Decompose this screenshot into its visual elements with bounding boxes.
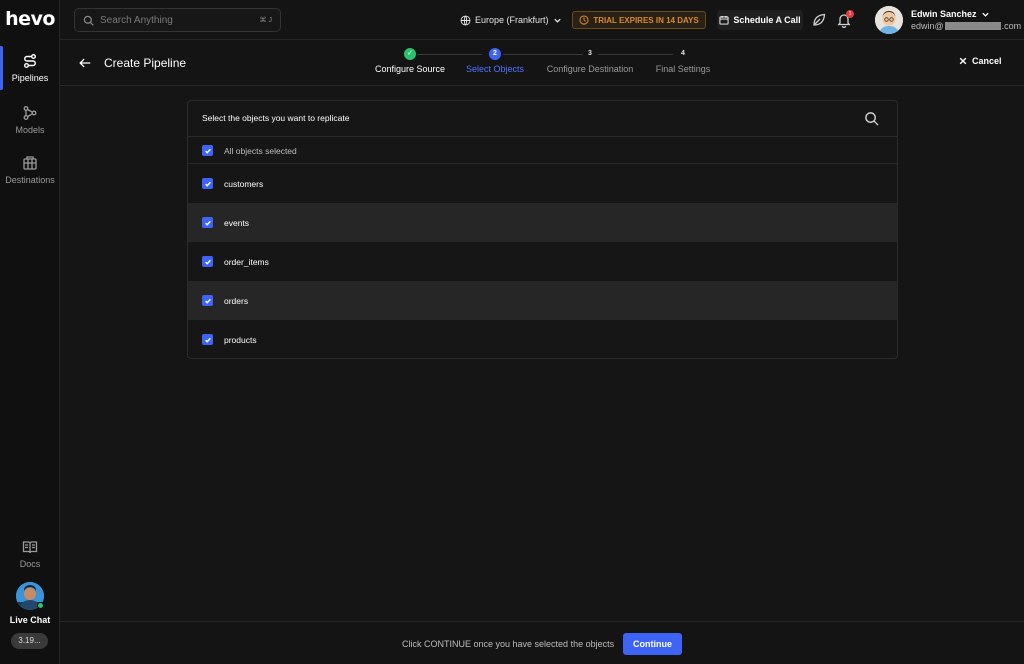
page-header: Create Pipeline ✓ Configure Source 2 Sel… (60, 40, 1024, 86)
calendar-icon (719, 15, 729, 25)
continue-button[interactable]: Continue (623, 633, 682, 655)
chevron-down-icon (553, 18, 561, 23)
book-icon (22, 541, 38, 554)
object-checkbox[interactable] (202, 295, 213, 306)
search-shortcut: ⌘ J (259, 17, 272, 24)
livechat-label[interactable]: Live Chat (0, 615, 60, 625)
search-icon (83, 15, 94, 26)
user-name[interactable]: Edwin Sanchez (911, 9, 990, 19)
step-label: Configure Source (374, 64, 446, 74)
check-icon (204, 148, 211, 154)
sidebar-item-docs[interactable]: Docs (0, 532, 60, 576)
object-checkbox[interactable] (202, 334, 213, 345)
step-select-objects[interactable]: 2 Select Objects (462, 48, 528, 74)
user-avatar[interactable] (875, 6, 903, 34)
models-icon (23, 106, 37, 120)
step-configure-source[interactable]: ✓ Configure Source (373, 48, 447, 74)
sidebar-item-label: Pipelines (11, 73, 49, 83)
step-label: Select Objects (465, 64, 525, 74)
object-name: products (224, 335, 257, 345)
close-icon (959, 57, 967, 65)
step-number: 3 (588, 50, 592, 57)
object-name: events (224, 218, 250, 228)
globe-icon (460, 15, 471, 25)
step-configure-destination[interactable]: 3 Configure Destination (544, 48, 636, 74)
cancel-label: Cancel (972, 56, 1002, 66)
list-item[interactable]: customers (188, 164, 897, 203)
user-email-suffix: .com (1001, 21, 1022, 31)
sidebar-item-models[interactable]: Models (0, 98, 60, 142)
step-final-settings[interactable]: 4 Final Settings (651, 48, 715, 74)
notification-badge: 1 (846, 10, 854, 18)
hevo-logo[interactable]: hevo (0, 8, 60, 30)
search-input[interactable]: Search Anything ⌘ J (74, 8, 281, 32)
panel-title: Select the objects you want to replicate (202, 113, 350, 123)
search-placeholder: Search Anything (100, 14, 173, 26)
clock-icon (579, 15, 589, 25)
check-icon (204, 337, 211, 343)
objects-panel: Select the objects you want to replicate… (187, 100, 898, 359)
chevron-down-icon (981, 12, 989, 17)
select-all-checkbox[interactable] (202, 145, 213, 156)
user-email-prefix: edwin@ (911, 21, 944, 31)
user-email: edwin@ .com (911, 21, 1021, 31)
object-checkbox[interactable] (202, 217, 213, 228)
schedule-call-label: Schedule A Call (733, 15, 801, 25)
pipelines-icon (24, 54, 36, 68)
select-all-row[interactable]: All objects selected (188, 137, 897, 164)
sidebar: hevo Pipelines Models Destinations Docs (0, 0, 60, 664)
step-done-icon: ✓ (404, 48, 416, 60)
trial-badge[interactable]: TRIAL EXPIRES IN 14 DAYS (572, 11, 706, 29)
check-icon (204, 220, 211, 226)
sidebar-item-label: Destinations (5, 175, 55, 185)
region-selector[interactable]: Europe (Frankfurt) (460, 12, 562, 28)
leaf-icon[interactable] (811, 12, 827, 28)
email-redaction (944, 22, 1001, 30)
footer-bar: Click CONTINUE once you have selected th… (60, 621, 1024, 664)
destinations-icon (23, 156, 37, 170)
version-badge[interactable]: 3.19... (11, 633, 48, 649)
list-item[interactable]: order_items (188, 242, 897, 281)
sidebar-item-label: Docs (19, 559, 41, 569)
trial-text: TRIAL EXPIRES IN 14 DAYS (593, 15, 699, 25)
sidebar-item-label: Models (15, 125, 45, 135)
sidebar-item-pipelines[interactable]: Pipelines (0, 46, 60, 90)
footer-hint: Click CONTINUE once you have selected th… (402, 639, 615, 649)
step-label: Configure Destination (546, 64, 634, 74)
check-icon (204, 259, 211, 265)
check-icon (204, 298, 211, 304)
select-all-label: All objects selected (224, 146, 297, 156)
step-label: Final Settings (655, 64, 711, 74)
list-item[interactable]: events (188, 203, 897, 242)
sidebar-item-destinations[interactable]: Destinations (0, 148, 60, 192)
object-name: order_items (224, 257, 269, 267)
step-number: 4 (681, 50, 685, 57)
stepper: ✓ Configure Source 2 Select Objects 3 Co… (60, 40, 1024, 86)
user-name-text: Edwin Sanchez (911, 9, 977, 19)
region-label: Europe (Frankfurt) (475, 15, 549, 25)
top-bar: Search Anything ⌘ J Europe (Frankfurt) T… (60, 0, 1024, 40)
online-status-dot (37, 602, 44, 609)
list-item[interactable]: products (188, 320, 897, 358)
object-name: customers (224, 179, 264, 189)
check-icon (204, 181, 211, 187)
step-number: 2 (489, 48, 501, 60)
schedule-call-button[interactable]: Schedule A Call (717, 10, 803, 30)
search-icon[interactable] (864, 111, 879, 126)
cancel-button[interactable]: Cancel (959, 56, 1002, 66)
object-name: orders (224, 296, 249, 306)
panel-header: Select the objects you want to replicate (188, 101, 897, 137)
object-checkbox[interactable] (202, 256, 213, 267)
object-checkbox[interactable] (202, 178, 213, 189)
list-item[interactable]: orders (188, 281, 897, 320)
